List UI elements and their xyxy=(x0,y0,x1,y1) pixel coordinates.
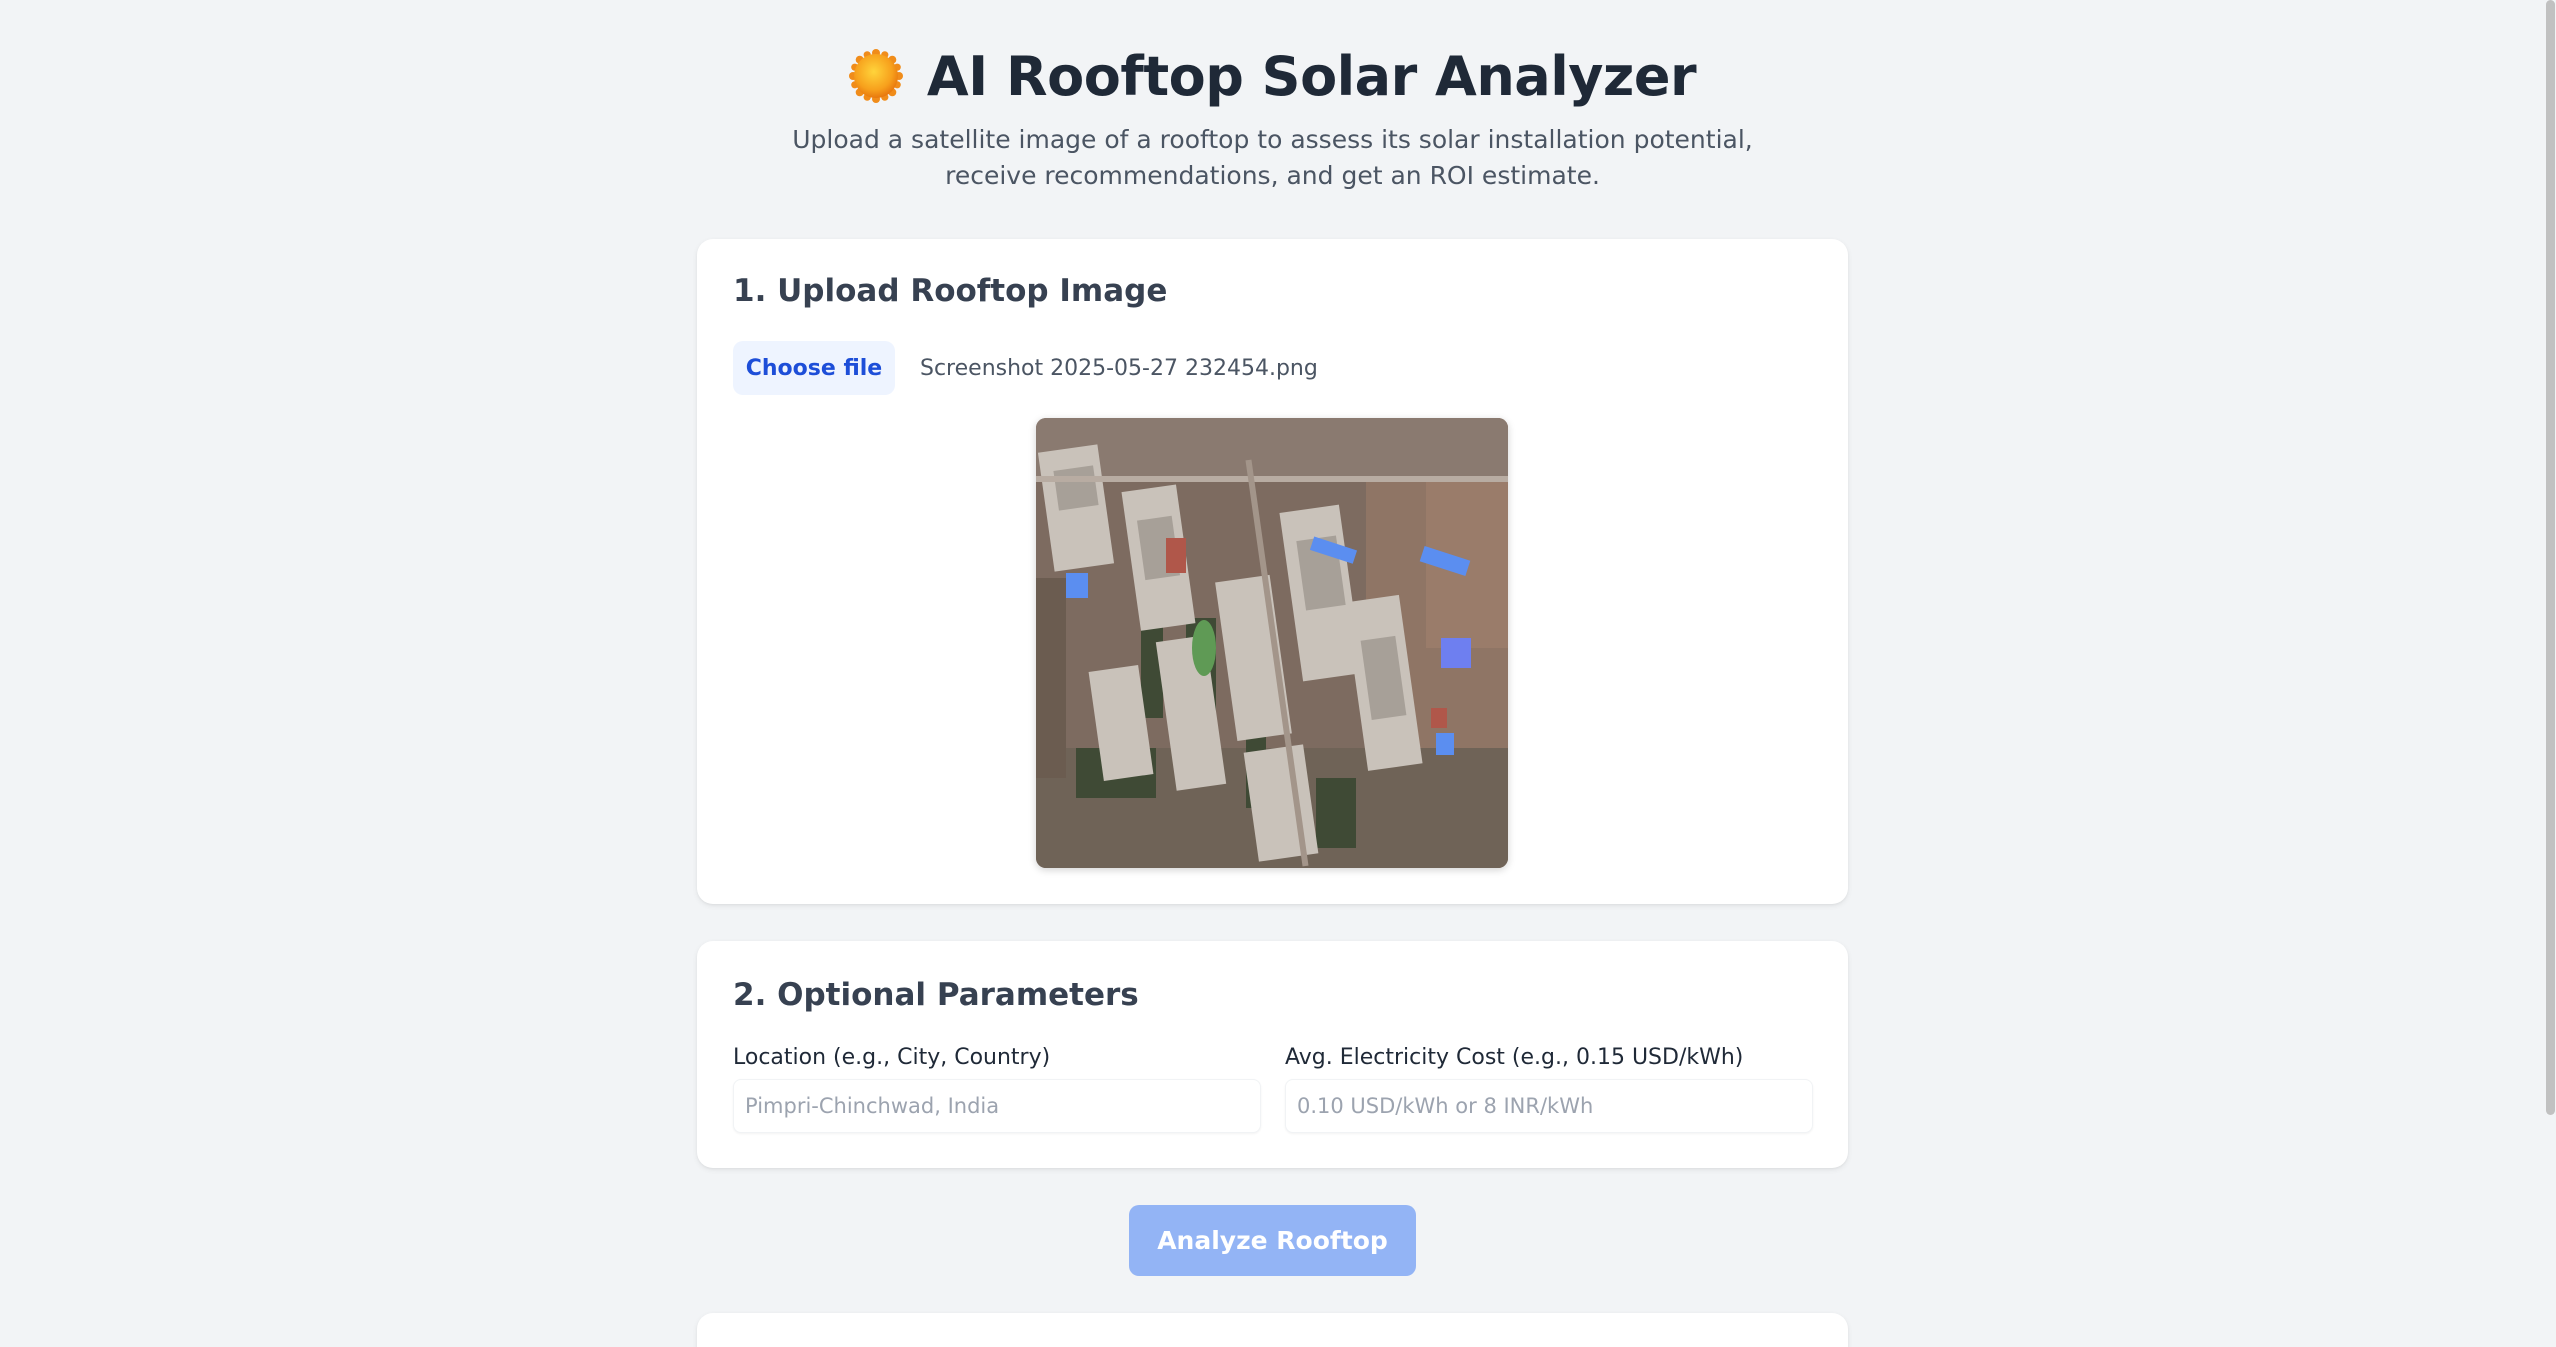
location-label: Location (e.g., City, Country) xyxy=(733,1045,1051,1070)
choose-file-button[interactable]: Choose file xyxy=(733,341,895,395)
location-input[interactable] xyxy=(733,1079,1261,1133)
satellite-image xyxy=(1036,418,1508,868)
analyze-rooftop-button[interactable]: Analyze Rooftop xyxy=(1129,1205,1416,1276)
scrollbar-thumb[interactable] xyxy=(2546,0,2555,1115)
rooftop-image-preview xyxy=(1036,418,1508,868)
sun-icon xyxy=(848,49,903,103)
page-title: AI Rooftop Solar Analyzer xyxy=(926,44,1697,108)
parameters-card-title: 2. Optional Parameters xyxy=(733,977,1139,1013)
results-card xyxy=(697,1313,1848,1347)
page: AI Rooftop Solar Analyzer Upload a satel… xyxy=(0,0,2556,1347)
electricity-cost-label: Avg. Electricity Cost (e.g., 0.15 USD/kW… xyxy=(1285,1045,1744,1070)
page-scrollbar[interactable] xyxy=(2545,0,2556,1347)
upload-card: 1. Upload Rooftop Image Choose file Scre… xyxy=(697,239,1848,904)
title-row: AI Rooftop Solar Analyzer xyxy=(0,42,2545,110)
electricity-cost-input[interactable] xyxy=(1285,1079,1813,1133)
upload-card-title: 1. Upload Rooftop Image xyxy=(733,273,1168,309)
page-header: AI Rooftop Solar Analyzer Upload a satel… xyxy=(0,42,2545,194)
selected-file-name: Screenshot 2025-05-27 232454.png xyxy=(920,355,1318,381)
file-input-row: Choose file Screenshot 2025-05-27 232454… xyxy=(733,341,1318,395)
page-subtitle: Upload a satellite image of a rooftop to… xyxy=(792,125,1753,190)
parameters-card: 2. Optional Parameters Location (e.g., C… xyxy=(697,941,1848,1168)
